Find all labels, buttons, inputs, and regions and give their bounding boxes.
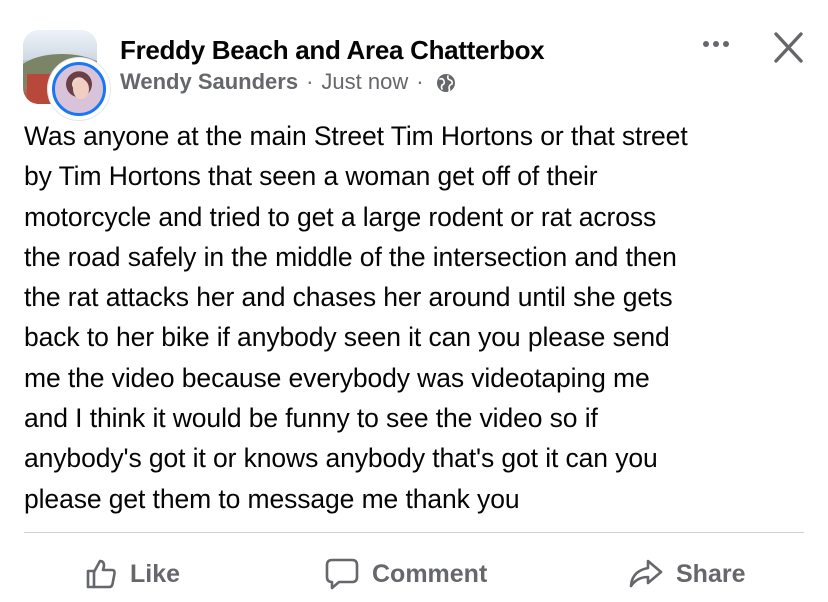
group-name[interactable]: Freddy Beach and Area Chatterbox	[120, 34, 545, 66]
share-arrow-icon	[628, 557, 664, 591]
post-header: Freddy Beach and Area Chatterbox Wendy S…	[20, 28, 810, 120]
post-body-line: Was anyone at the main Street Tim Horton…	[24, 121, 688, 151]
more-dot-icon	[703, 41, 709, 47]
post-meta: Wendy Saunders · Just now ·	[120, 68, 544, 96]
post-body-line: the road safely in the middle of the int…	[24, 241, 677, 272]
comment-label: Comment	[372, 559, 488, 588]
more-dot-icon	[723, 41, 729, 47]
post-body-line: back to her bike if anybody seen it can …	[24, 322, 670, 353]
facebook-post: Freddy Beach and Area Chatterbox Wendy S…	[0, 0, 828, 602]
like-button[interactable]: Like	[84, 548, 180, 600]
user-avatar[interactable]	[48, 58, 110, 120]
post-titles: Freddy Beach and Area Chatterbox Wendy S…	[120, 34, 545, 96]
share-button[interactable]: Share	[628, 548, 745, 600]
user-avatar-photo	[52, 62, 106, 116]
post-body-line: me the video because everybody was video…	[24, 362, 650, 393]
post-body-line: anybody's got it or knows anybody that's…	[24, 443, 658, 474]
user-avatar-face	[73, 79, 89, 99]
avatar-stack[interactable]	[20, 28, 112, 120]
comment-bubble-icon	[324, 557, 360, 591]
close-icon	[774, 32, 803, 63]
post-body-line: and I think it would be funny to see the…	[24, 403, 598, 434]
close-button[interactable]	[768, 28, 808, 68]
action-divider	[24, 532, 804, 533]
meta-separator-2: ·	[416, 69, 424, 94]
post-body-line: the rat attacks her and chases her aroun…	[24, 282, 673, 313]
post-body-line: by Tim Hortons that seen a woman get off…	[24, 161, 598, 192]
meta-separator: ·	[306, 69, 314, 94]
post-body-line: motorcycle and tried to get a large rode…	[24, 201, 657, 232]
share-label: Share	[676, 559, 746, 588]
more-options-button[interactable]	[696, 32, 736, 56]
action-bar: Like Comment Share	[24, 548, 804, 600]
post-timestamp[interactable]: Just now	[321, 68, 408, 96]
post-body-line: please get them to message me thank you	[24, 483, 520, 514]
like-label: Like	[130, 559, 181, 588]
more-dot-icon	[713, 41, 719, 47]
globe-icon	[436, 72, 456, 92]
thumbs-up-icon	[84, 557, 118, 591]
post-body: Was anyone at the main Street Tim Horton…	[24, 116, 814, 519]
author-name[interactable]: Wendy Saunders	[120, 68, 298, 96]
comment-button[interactable]: Comment	[324, 548, 487, 600]
